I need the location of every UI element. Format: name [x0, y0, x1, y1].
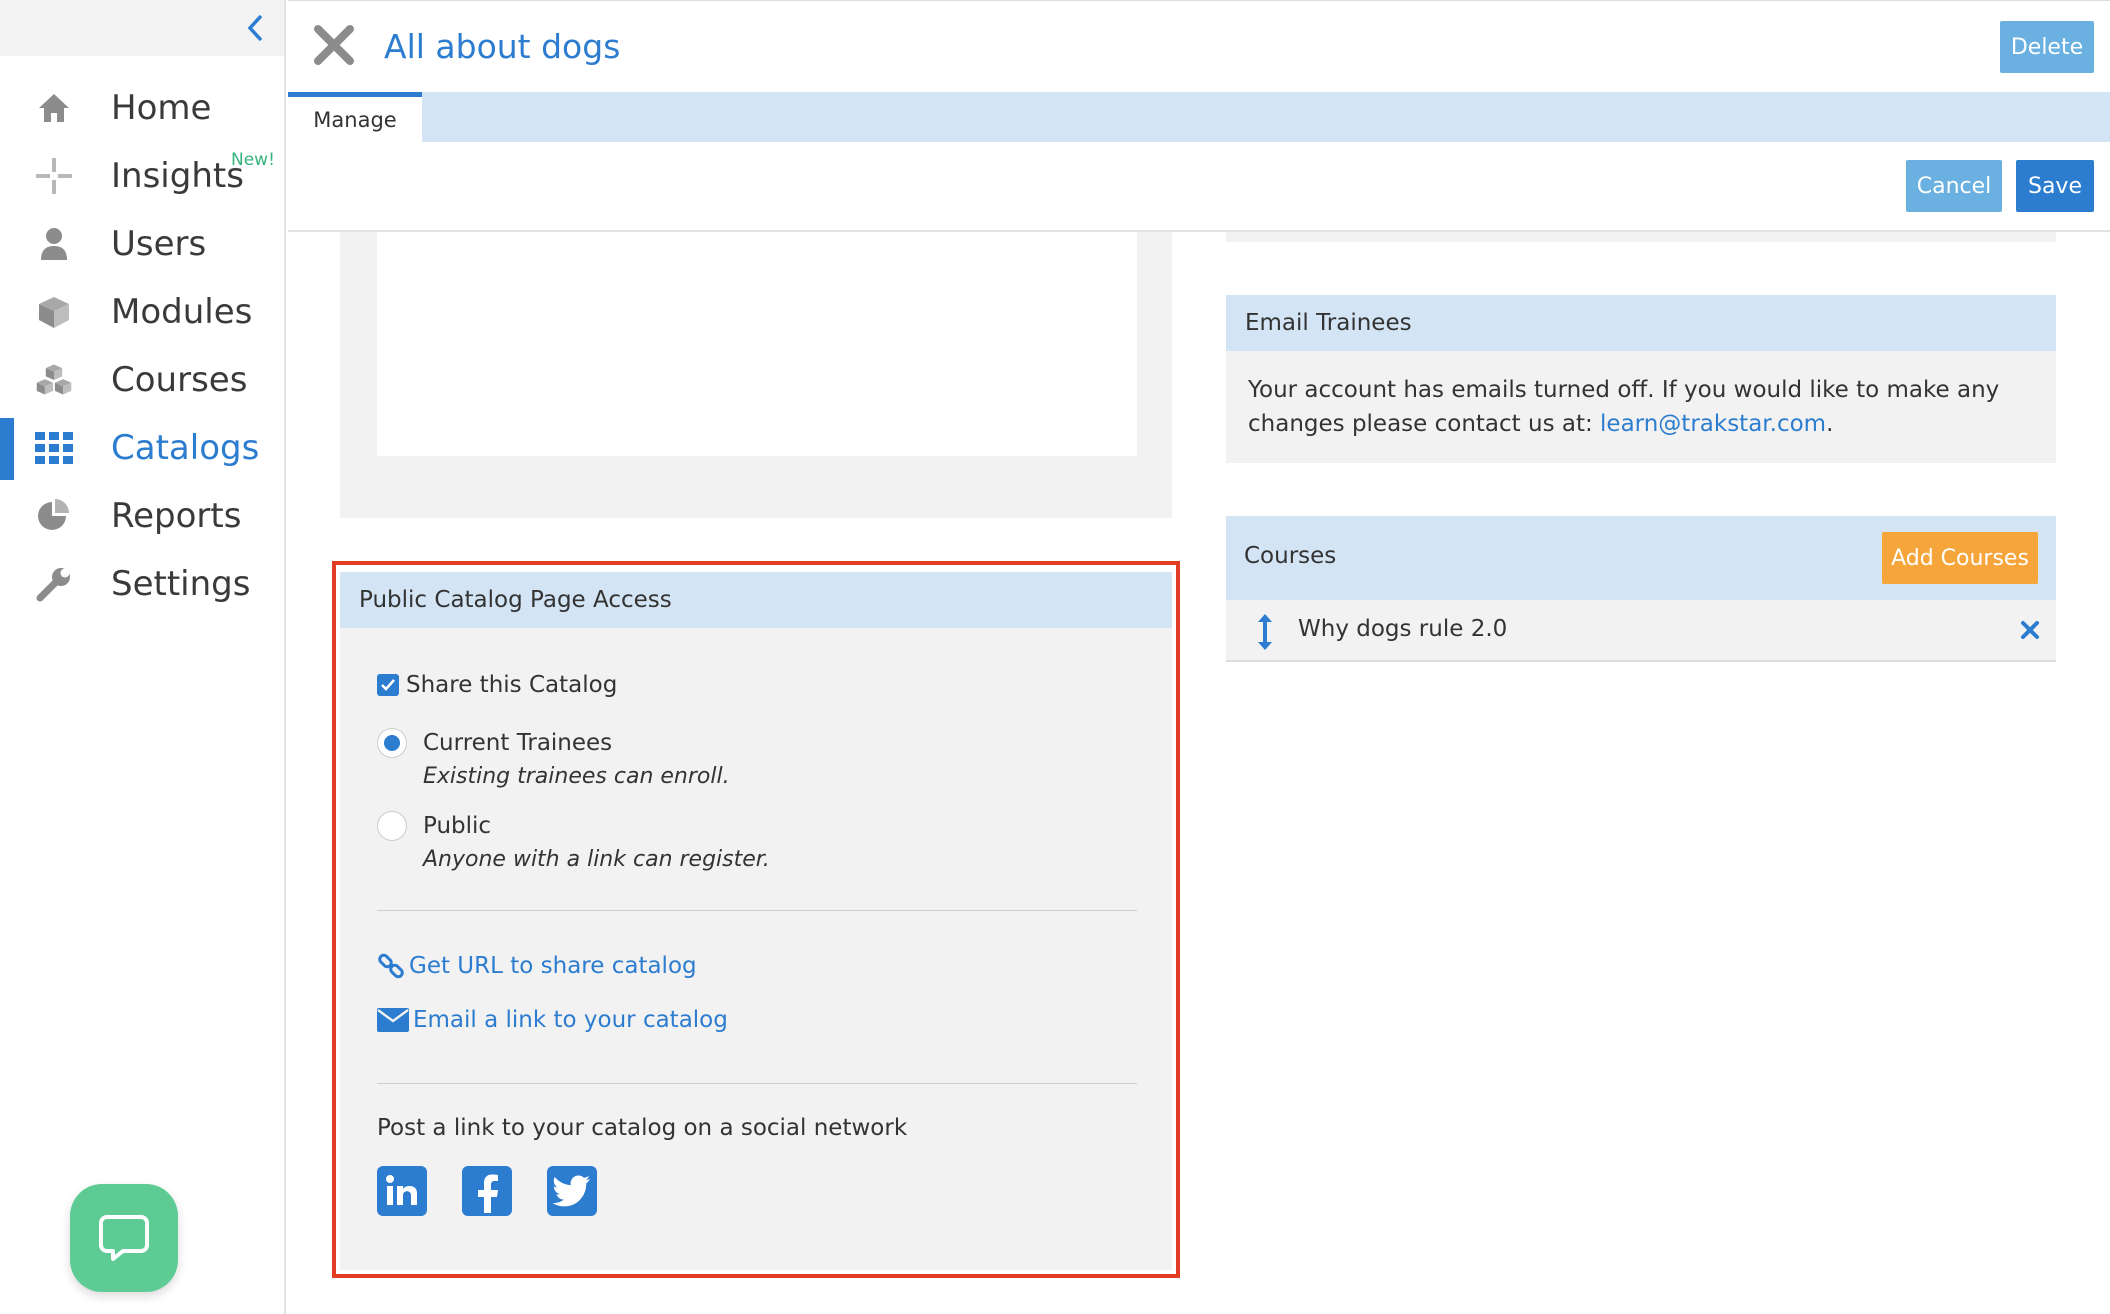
email-message-suffix: .	[1826, 411, 1834, 437]
catalog-preview-area	[377, 232, 1137, 456]
panel-stub	[1226, 232, 2056, 242]
courses-heading: Courses	[1244, 543, 1337, 569]
cube-icon	[34, 292, 74, 332]
catalog-preview-panel	[340, 232, 1172, 518]
sidebar-item-reports[interactable]: Reports	[0, 482, 284, 550]
courses-header: Courses Add Courses	[1226, 516, 2056, 600]
action-bar: Cancel Save	[288, 142, 2110, 232]
grid-icon	[34, 428, 74, 468]
chat-bubble-icon	[99, 1215, 149, 1261]
save-button[interactable]: Save	[2016, 160, 2094, 212]
email-message-prefix: changes please contact us at:	[1248, 411, 1601, 437]
close-button[interactable]	[310, 21, 358, 69]
sidebar-item-catalogs[interactable]: Catalogs	[0, 414, 284, 482]
sidebar-top	[0, 0, 284, 56]
highlight-frame	[332, 561, 1180, 1278]
user-icon	[34, 224, 74, 264]
drag-handle-icon[interactable]	[1254, 612, 1276, 652]
home-icon	[34, 88, 74, 128]
email-trainees-heading: Email Trainees	[1226, 295, 2056, 351]
page-title: All about dogs	[384, 27, 621, 66]
close-icon	[314, 25, 354, 65]
email-message-line1: Your account has emails turned off. If y…	[1248, 377, 2000, 403]
sidebar-item-label: Courses	[111, 360, 248, 400]
page-header: All about dogs Delete	[288, 0, 2110, 92]
courses-panel: Courses Add Courses Why dogs rule 2.0	[1226, 516, 2056, 662]
sidebar-item-modules[interactable]: Modules	[0, 278, 284, 346]
cancel-button[interactable]: Cancel	[1906, 160, 2002, 212]
sidebar-item-label: Users	[111, 224, 207, 264]
sidebar-item-label: Catalogs	[111, 428, 260, 468]
course-list-item: Why dogs rule 2.0	[1226, 600, 2056, 660]
sidebar-item-label: Reports	[111, 496, 242, 536]
sidebar-item-label: Home	[111, 88, 212, 128]
collapse-sidebar-button[interactable]	[236, 8, 276, 48]
new-badge: New!	[231, 150, 275, 170]
sidebar-item-settings[interactable]: Settings	[0, 550, 284, 618]
sidebar: Home Insights New! Users Modules Courses…	[0, 0, 286, 1314]
sidebar-item-label: Insights	[111, 156, 244, 196]
remove-course-icon[interactable]	[2020, 620, 2040, 640]
email-trainees-panel: Email Trainees Your account has emails t…	[1226, 295, 2056, 463]
sidebar-item-insights[interactable]: Insights New!	[0, 142, 284, 210]
pie-chart-icon	[34, 496, 74, 536]
email-message-line2: changes please contact us at: learn@trak…	[1248, 407, 2028, 441]
wrench-icon	[34, 564, 74, 604]
sidebar-item-label: Settings	[111, 564, 251, 604]
cubes-icon	[34, 360, 74, 400]
tab-manage[interactable]: Manage	[288, 92, 422, 142]
delete-button[interactable]: Delete	[2000, 21, 2094, 73]
sidebar-nav: Home Insights New! Users Modules Courses…	[0, 74, 284, 618]
tab-bar: Manage	[288, 92, 2110, 142]
chat-button[interactable]	[70, 1184, 178, 1292]
course-name: Why dogs rule 2.0	[1298, 616, 1508, 642]
insights-icon	[34, 156, 74, 196]
support-email-link[interactable]: learn@trakstar.com	[1600, 411, 1826, 437]
chevron-left-icon	[247, 14, 263, 42]
sidebar-item-label: Modules	[111, 292, 253, 332]
sidebar-item-home[interactable]: Home	[0, 74, 284, 142]
add-courses-button[interactable]: Add Courses	[1882, 532, 2038, 584]
sidebar-item-courses[interactable]: Courses	[0, 346, 284, 414]
email-trainees-message: Your account has emails turned off. If y…	[1248, 373, 2028, 441]
sidebar-item-users[interactable]: Users	[0, 210, 284, 278]
